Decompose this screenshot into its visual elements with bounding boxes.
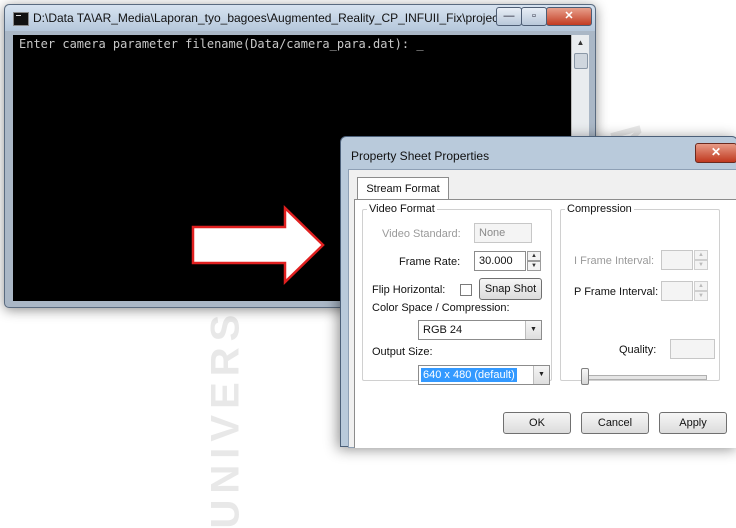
output-size-value: 640 x 480 (default) xyxy=(421,368,517,382)
p-frame-interval-label: P Frame Interval: xyxy=(574,286,659,298)
tab-stream-format[interactable]: Stream Format xyxy=(357,177,449,200)
snap-shot-button[interactable]: Snap Shot xyxy=(479,278,542,300)
minimize-button[interactable]: — xyxy=(496,7,522,26)
apply-button[interactable]: Apply xyxy=(659,412,727,434)
console-prompt-text: Enter camera parameter filename(Data/cam… xyxy=(19,37,424,51)
frame-rate-spinner[interactable]: ▲ ▼ xyxy=(527,251,541,271)
i-frame-spinner: ▲ ▼ xyxy=(694,250,708,270)
quality-field xyxy=(670,339,715,359)
p-frame-spinner[interactable]: ▲ ▼ xyxy=(694,281,708,301)
console-app-icon[interactable] xyxy=(13,12,29,26)
compression-legend: Compression xyxy=(567,203,632,215)
i-frame-interval-field xyxy=(661,250,693,270)
maximize-button[interactable]: ▫ xyxy=(521,7,547,26)
spin-down-icon[interactable]: ▼ xyxy=(527,261,541,271)
spin-up-icon[interactable]: ▲ xyxy=(694,281,708,291)
quality-slider-thumb[interactable] xyxy=(581,368,589,385)
video-standard-label: Video Standard: xyxy=(382,228,461,240)
dialog-title: Property Sheet Properties xyxy=(351,149,490,163)
video-format-legend: Video Format xyxy=(369,203,435,215)
ok-button[interactable]: OK xyxy=(503,412,571,434)
flip-horizontal-label: Flip Horizontal: xyxy=(372,284,446,296)
output-size-select[interactable]: 640 x 480 (default) ▼ xyxy=(418,365,550,385)
output-size-label: Output Size: xyxy=(372,346,433,358)
chevron-down-icon[interactable]: ▼ xyxy=(525,321,541,339)
spin-up-icon: ▲ xyxy=(694,250,708,260)
frame-rate-input[interactable]: 30.000 xyxy=(474,251,526,271)
quality-label: Quality: xyxy=(619,344,657,356)
spin-down-icon[interactable]: ▼ xyxy=(694,291,708,301)
color-space-select[interactable]: RGB 24 ▼ xyxy=(418,320,542,340)
property-sheet-dialog: Property Sheet Properties ✕ Stream Forma… xyxy=(340,136,736,448)
color-space-label: Color Space / Compression: xyxy=(372,302,510,314)
flip-horizontal-checkbox[interactable] xyxy=(460,284,472,296)
red-arrow-icon xyxy=(191,205,325,285)
chevron-down-icon[interactable]: ▼ xyxy=(533,366,549,384)
p-frame-interval-field[interactable] xyxy=(661,281,693,301)
video-standard-field: None xyxy=(474,223,532,243)
dialog-body: Stream Format Video Format Video Standar… xyxy=(348,169,736,448)
i-frame-interval-label: I Frame Interval: xyxy=(574,255,655,267)
console-title: D:\Data TA\AR_Media\Laporan_tyo_bagoes\A… xyxy=(33,11,503,25)
console-close-button[interactable]: ✕ xyxy=(546,7,592,26)
cancel-button[interactable]: Cancel xyxy=(581,412,649,434)
spin-up-icon[interactable]: ▲ xyxy=(527,251,541,261)
console-titlebar[interactable]: D:\Data TA\AR_Media\Laporan_tyo_bagoes\A… xyxy=(5,5,595,31)
stream-format-panel: Video Format Video Standard: None Frame … xyxy=(354,199,736,448)
color-space-value: RGB 24 xyxy=(423,324,463,336)
quality-slider-track[interactable] xyxy=(581,375,707,380)
scroll-up-icon[interactable]: ▲ xyxy=(572,35,589,51)
scroll-thumb[interactable] xyxy=(574,53,588,69)
frame-rate-label: Frame Rate: xyxy=(399,256,461,268)
spin-down-icon: ▼ xyxy=(694,260,708,270)
dialog-close-button[interactable]: ✕ xyxy=(695,143,736,163)
